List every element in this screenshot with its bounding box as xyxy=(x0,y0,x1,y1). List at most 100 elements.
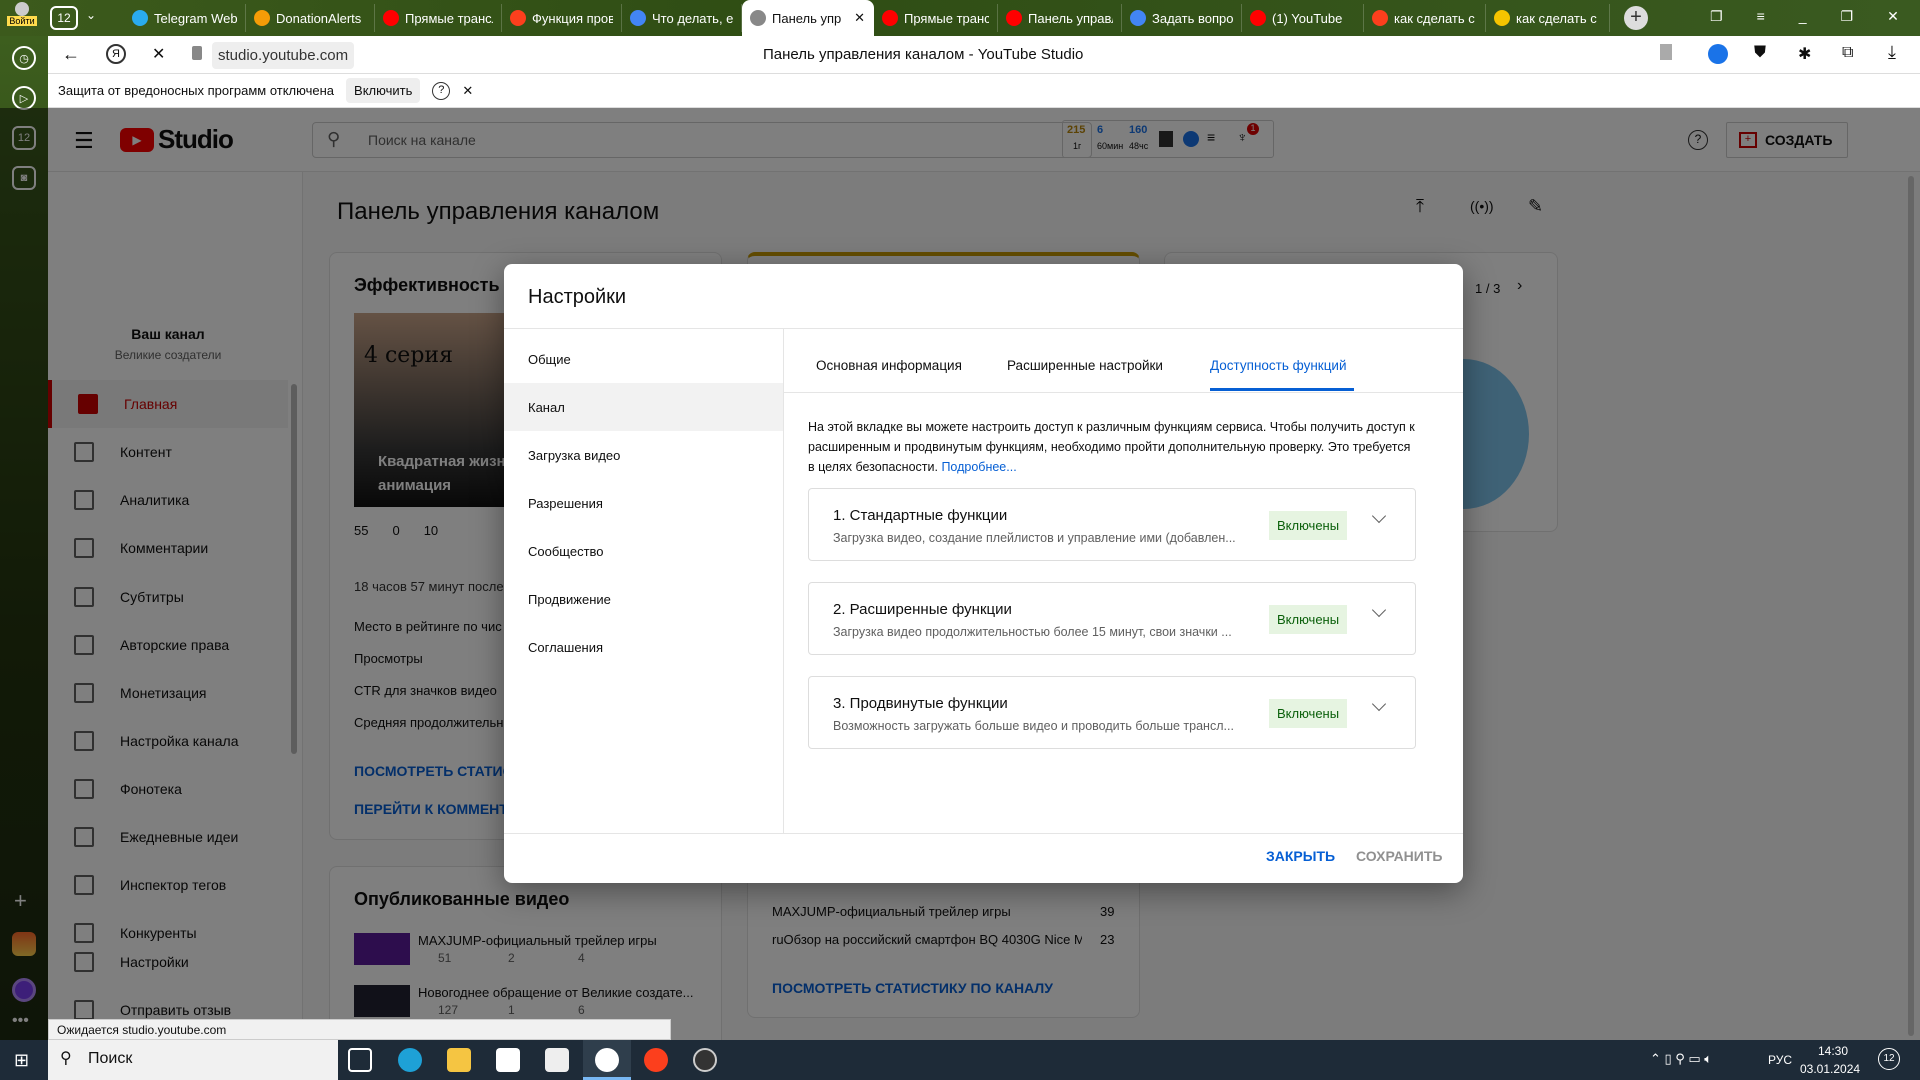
play-icon[interactable]: ▷ xyxy=(12,86,36,110)
tray-icons[interactable]: ⌃ ▯ ⚲ ▭ 🔈︎ xyxy=(1650,1051,1712,1067)
settings-nav-item[interactable]: Продвижение xyxy=(504,575,783,623)
malware-infobar: Защита от вредоносных программ отключена… xyxy=(48,74,1920,108)
browser-tab[interactable]: Панель управления xyxy=(998,4,1122,32)
store-icon[interactable] xyxy=(496,1048,520,1072)
yandex-icon[interactable]: Я xyxy=(106,44,126,64)
menu-icon[interactable]: ≡ xyxy=(1757,8,1765,25)
bookmarks-icon[interactable]: ❐ xyxy=(1710,8,1723,25)
browser-status-bar: Ожидается studio.youtube.com xyxy=(48,1019,671,1040)
profile-login-button[interactable]: Войти xyxy=(4,2,40,34)
enable-protection-button[interactable]: Включить xyxy=(346,78,421,103)
save-button[interactable]: СОХРАНИТЬ xyxy=(1356,848,1442,864)
mail-icon[interactable] xyxy=(545,1048,569,1072)
stop-loading-icon[interactable]: ✕ xyxy=(152,44,165,64)
taskbar-search[interactable]: ⚲ Поиск xyxy=(48,1040,338,1080)
download-icon[interactable]: ⤓ xyxy=(1888,42,1896,63)
bookmark-icon[interactable] xyxy=(1660,44,1672,60)
clock-date[interactable]: 03.01.2024 xyxy=(1800,1062,1860,1076)
close-window-button[interactable]: ✕ xyxy=(1887,8,1899,25)
status-badge: Включены xyxy=(1269,511,1348,540)
settings-nav-item[interactable]: Канал xyxy=(504,383,783,431)
feature-card[interactable]: 1. Стандартные функции Загрузка видео, со… xyxy=(808,488,1416,561)
file-explorer-icon[interactable] xyxy=(447,1048,471,1072)
close-infobar-icon[interactable]: ✕ xyxy=(462,83,473,99)
help-icon[interactable]: ? xyxy=(432,81,451,100)
settings-nav-item[interactable]: Загрузка видео xyxy=(504,431,783,479)
settings-nav-item[interactable]: Сообщество xyxy=(504,527,783,575)
new-tab-button[interactable]: + xyxy=(1624,6,1648,30)
feature-card[interactable]: 2. Расширенные функции Загрузка видео про… xyxy=(808,582,1416,655)
browser-tab[interactable]: Что делать, если xyxy=(622,4,742,32)
browser-tab[interactable]: Панель упр ✕ xyxy=(742,0,874,36)
browser-tab[interactable]: как сделать с xyxy=(1486,4,1610,32)
settings-nav-item[interactable]: Общие xyxy=(504,335,783,383)
collections-icon[interactable]: ⧉ xyxy=(1842,44,1853,62)
browser-tab[interactable]: DonationAlerts xyxy=(246,4,375,32)
browser-tab[interactable]: Прямые трансляции xyxy=(874,4,998,32)
chevron-down-icon[interactable] xyxy=(1371,602,1387,618)
yandex-browser-taskbar-active[interactable] xyxy=(583,1040,631,1080)
tab-favicon-icon xyxy=(132,10,148,26)
lock-icon xyxy=(192,46,202,60)
infobar-text: Защита от вредоносных программ отключена xyxy=(58,83,335,98)
tab-favicon-icon xyxy=(1250,10,1266,26)
window-controls: ❐ ≡ _ ❐ ✕ xyxy=(1710,8,1899,25)
windows-start-icon[interactable]: ⊞ xyxy=(14,1050,29,1071)
settings-dialog: Настройки Общие Канал Загрузка видео Разреш… xyxy=(504,264,1463,883)
settings-nav-item[interactable]: Разрешения xyxy=(504,479,783,527)
browser-tab[interactable]: Прямые трансляции xyxy=(375,4,502,32)
dialog-title: Настройки xyxy=(528,286,627,308)
clock-time[interactable]: 14:30 xyxy=(1818,1044,1848,1058)
browser-tab[interactable]: Функция проверки xyxy=(502,4,622,32)
close-tab-icon[interactable]: ✕ xyxy=(854,10,865,26)
browser-tab[interactable]: Задать вопрос xyxy=(1122,4,1242,32)
notifications-icon[interactable]: 12 xyxy=(1878,1048,1900,1070)
history-icon[interactable]: ◷ xyxy=(12,46,36,70)
tab-favicon-icon xyxy=(1494,10,1510,26)
browser-tab-bar: Войти 12 ⌄ Telegram Web DonationAlerts Пря… xyxy=(0,0,1920,36)
settings-nav-item[interactable]: Соглашения xyxy=(504,623,783,671)
shield-icon[interactable]: ⛊ xyxy=(1754,44,1766,62)
url-field[interactable]: studio.youtube.com xyxy=(212,42,355,69)
settings-tab[interactable]: Доступность функций xyxy=(1210,358,1347,373)
back-icon[interactable]: ← xyxy=(62,44,80,65)
feature-card[interactable]: 3. Продвинутые функции Возможность загруж… xyxy=(808,676,1416,749)
chevron-down-icon[interactable]: ⌄ xyxy=(86,8,96,22)
yandex-icon[interactable] xyxy=(644,1048,668,1072)
language-indicator[interactable]: РУС xyxy=(1768,1053,1792,1067)
tab-favicon-icon xyxy=(750,10,766,26)
learn-more-link[interactable]: Подробнее... xyxy=(941,460,1016,474)
extensions-icon[interactable]: ✱ xyxy=(1798,44,1811,64)
browser-tab[interactable]: Telegram Web xyxy=(124,4,246,32)
tab-count-button[interactable]: 12 xyxy=(50,6,78,30)
close-button[interactable]: ЗАКРЫТЬ xyxy=(1266,848,1335,864)
maximize-button[interactable]: ❐ xyxy=(1841,8,1854,25)
chevron-down-icon[interactable] xyxy=(1371,508,1387,524)
page-title: Панель управления каналом - YouTube Stud… xyxy=(763,46,1084,63)
tab-favicon-icon xyxy=(254,10,270,26)
feature-description: На этой вкладке вы можете настроить дост… xyxy=(808,420,1415,474)
yandex-browser-icon xyxy=(595,1048,619,1072)
browser-tab[interactable]: (1) YouTube xyxy=(1242,4,1364,32)
search-icon: ⚲ xyxy=(60,1050,72,1067)
tab-favicon-icon xyxy=(630,10,646,26)
address-bar: ← Я ✕ studio.youtube.com Панель управлен… xyxy=(48,36,1920,74)
chevron-down-icon[interactable] xyxy=(1371,696,1387,712)
tab-favicon-icon xyxy=(510,10,526,26)
minimize-button[interactable]: _ xyxy=(1799,8,1807,25)
tab-favicon-icon xyxy=(1006,10,1022,26)
settings-tab[interactable]: Расширенные настройки xyxy=(1007,358,1163,373)
tab-favicon-icon xyxy=(882,10,898,26)
obs-icon[interactable] xyxy=(693,1048,717,1072)
tab-favicon-icon xyxy=(1130,10,1146,26)
windows-taskbar: ⊞ ⚲ Поиск ⌃ ▯ ⚲ ▭ 🔈︎ РУС 14:30 03.01.202… xyxy=(0,1040,1920,1080)
edge-icon[interactable] xyxy=(398,1048,422,1072)
tab-favicon-icon xyxy=(383,10,399,26)
settings-tab[interactable]: Основная информация xyxy=(816,358,962,373)
active-tab-indicator xyxy=(1210,388,1354,391)
status-badge: Включены xyxy=(1269,605,1348,634)
browser-tab[interactable]: как сделать с xyxy=(1364,4,1486,32)
extension-icon[interactable] xyxy=(1708,44,1728,64)
status-badge: Включены xyxy=(1269,699,1348,728)
task-view-icon[interactable] xyxy=(348,1048,372,1072)
